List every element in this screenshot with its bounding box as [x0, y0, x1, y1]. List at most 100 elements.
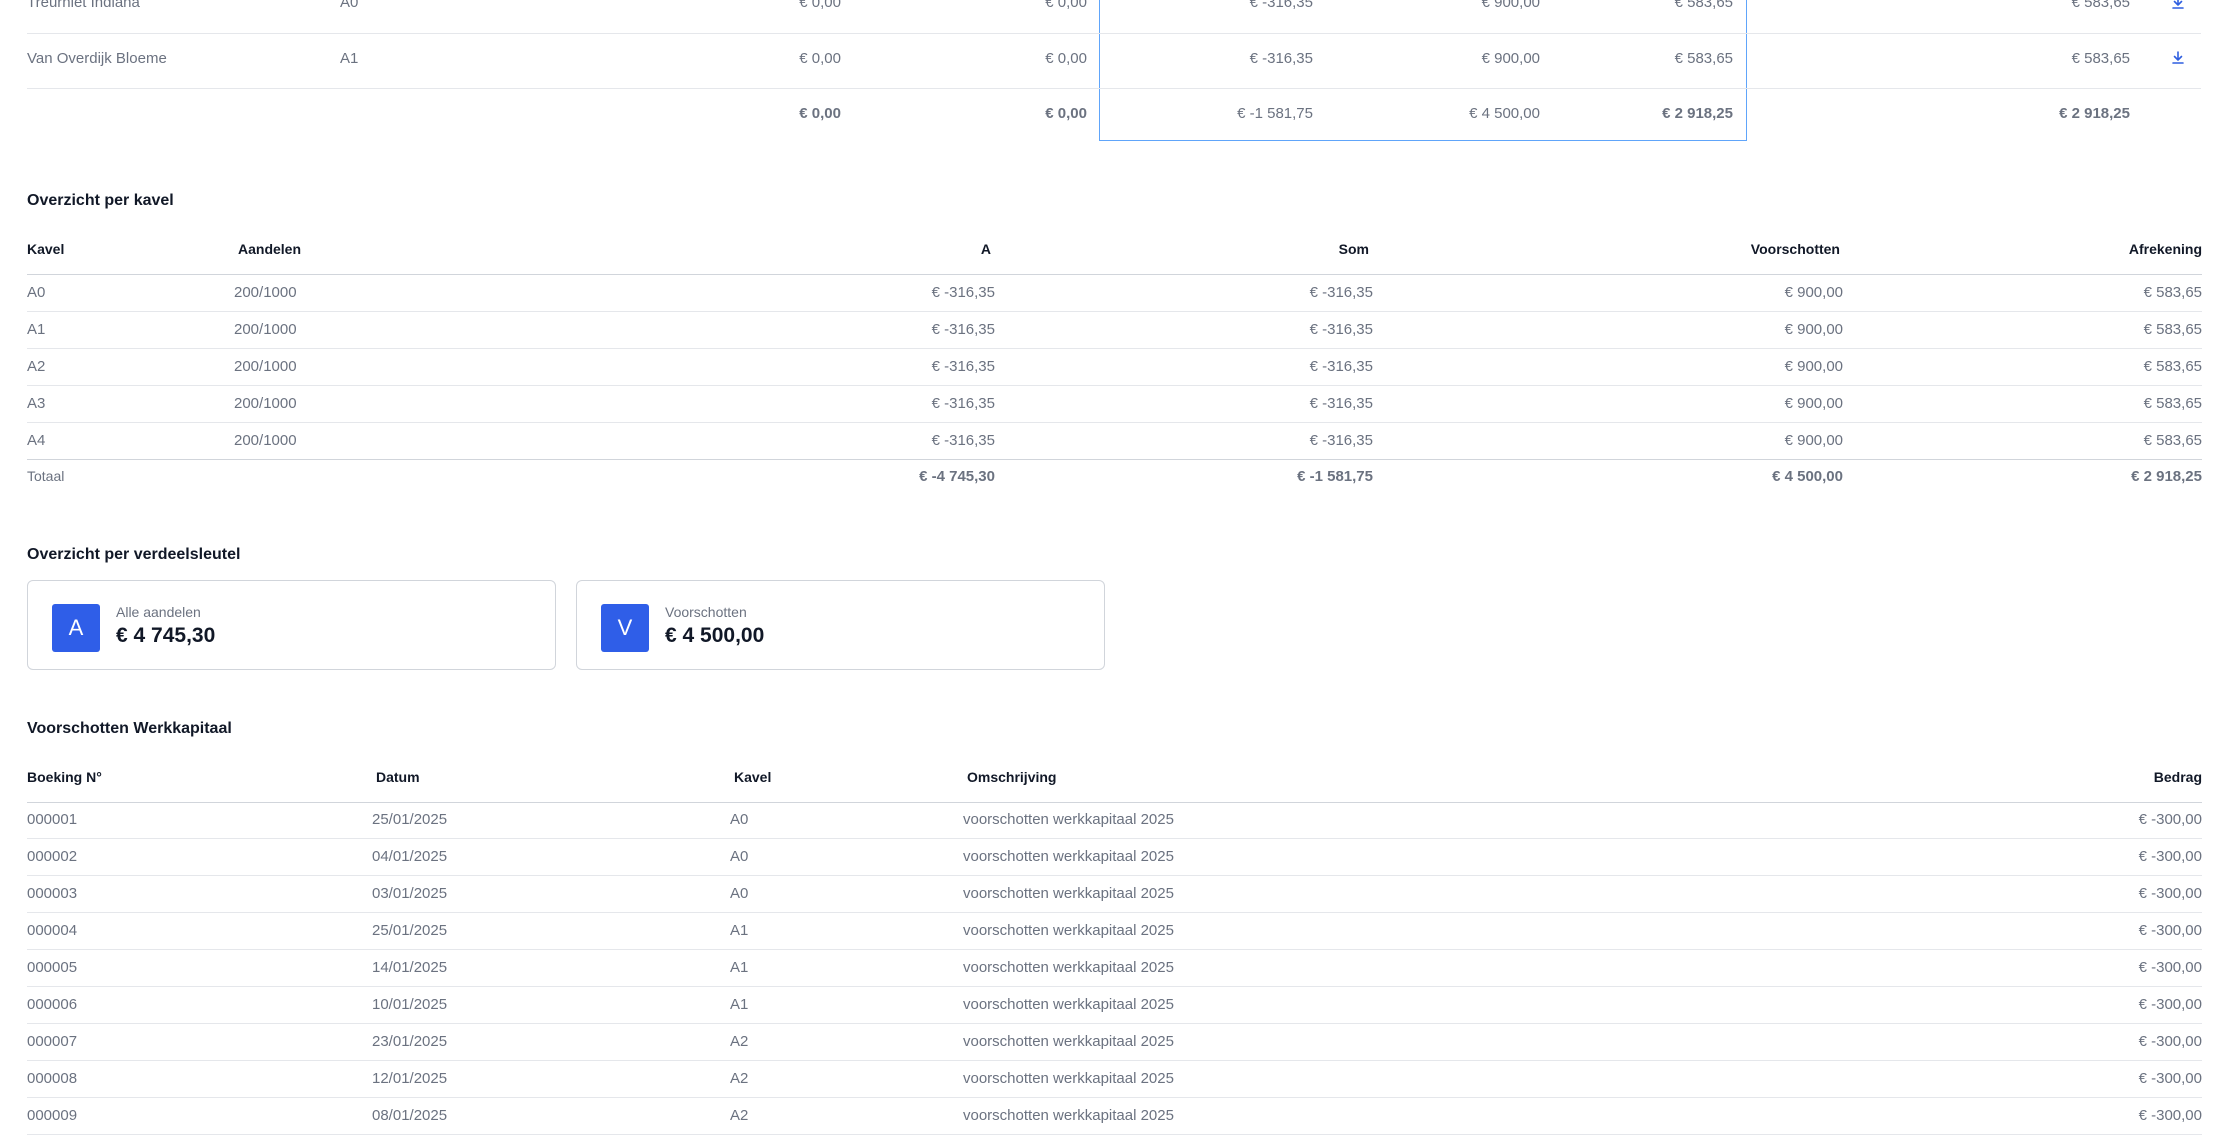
total-col-2: € 0,00: [1045, 105, 1087, 122]
owner-col-1: € 0,00: [799, 0, 841, 11]
header-bedrag: Bedrag: [2153, 769, 2202, 785]
owner-col-2: € 0,00: [1045, 0, 1087, 11]
kavel-cell: A1: [27, 321, 46, 338]
kavel-cell: A2: [730, 1107, 749, 1124]
row-divider: [27, 1060, 2202, 1061]
download-icon[interactable]: [2170, 50, 2186, 66]
kavel-cell: A2: [27, 358, 46, 375]
bedrag-cell: € -300,00: [2138, 922, 2202, 939]
kavel-cell: A1: [730, 922, 749, 939]
a-cell: € -316,35: [931, 358, 995, 375]
datum-cell: 12/01/2025: [372, 1070, 448, 1087]
omschrijving-cell: voorschotten werkkapitaal 2025: [963, 885, 1174, 902]
total-afrekening: € 2 918,25: [2131, 468, 2202, 485]
datum-cell: 14/01/2025: [372, 959, 448, 976]
header-aandelen: Aandelen: [238, 241, 302, 257]
column-group-highlight: [1099, 0, 1747, 141]
kavel-cell: A3: [27, 395, 46, 412]
header-datum: Datum: [376, 769, 420, 785]
boeking-cell: 000003: [27, 885, 78, 902]
row-divider: [27, 348, 2202, 349]
afrekening-cell: € 583,65: [2143, 284, 2202, 301]
a-cell: € -316,35: [931, 284, 995, 301]
voorschotten-cell: € 900,00: [1784, 395, 1843, 412]
kavel-cell: A2: [730, 1033, 749, 1050]
owner-col-3: € -316,35: [1249, 50, 1313, 67]
a-cell: € -316,35: [931, 432, 995, 449]
total-col-6: € 2 918,25: [2059, 105, 2130, 122]
kavel-cell: A2: [730, 1070, 749, 1087]
verdeelsleutel-card-voorschotten[interactable]: V Voorschotten € 4 500,00: [576, 580, 1105, 670]
row-divider: [27, 311, 2202, 312]
bedrag-cell: € -300,00: [2138, 1070, 2202, 1087]
voorschotten-cell: € 900,00: [1784, 432, 1843, 449]
aandelen-cell: 200/1000: [234, 321, 297, 338]
owner-col-3: € -316,35: [1249, 0, 1313, 11]
owner-name-link[interactable]: Van Overdijk Bloeme: [27, 50, 167, 67]
total-col-4: € 4 500,00: [1469, 105, 1540, 122]
aandelen-cell: 200/1000: [234, 358, 297, 375]
header-a: A: [980, 241, 991, 257]
row-divider: [27, 1134, 2202, 1135]
aandelen-cell: 200/1000: [234, 395, 297, 412]
kavel-cell: A0: [730, 811, 749, 828]
som-cell: € -316,35: [1309, 321, 1373, 338]
total-som: € -1 581,75: [1297, 468, 1373, 485]
total-col-1: € 0,00: [799, 105, 841, 122]
verdeelsleutel-card-alle-aandelen[interactable]: A Alle aandelen € 4 745,30: [27, 580, 556, 670]
afrekening-cell: € 583,65: [2143, 321, 2202, 338]
owner-col-4: € 900,00: [1481, 50, 1540, 67]
kavel-cell: A0: [730, 885, 749, 902]
header-som: Som: [1338, 241, 1369, 257]
header-voorschotten: Voorschotten: [1750, 241, 1840, 257]
header-kavel: Kavel: [27, 241, 65, 257]
kavel-cell: A0: [27, 284, 46, 301]
boeking-cell: 000002: [27, 848, 78, 865]
header-omschrijving: Omschrijving: [967, 769, 1057, 785]
total-label: Totaal: [27, 468, 65, 484]
datum-cell: 23/01/2025: [372, 1033, 448, 1050]
omschrijving-cell: voorschotten werkkapitaal 2025: [963, 1033, 1174, 1050]
aandelen-cell: 200/1000: [234, 284, 297, 301]
boeking-cell: 000006: [27, 996, 78, 1013]
owner-col-4: € 900,00: [1481, 0, 1540, 11]
a-cell: € -316,35: [931, 395, 995, 412]
boeking-cell: 000008: [27, 1070, 78, 1087]
row-divider: [27, 986, 2202, 987]
row-divider: [27, 33, 2201, 34]
kavel-cell: A1: [730, 959, 749, 976]
row-divider: [27, 88, 2201, 89]
datum-cell: 25/01/2025: [372, 922, 448, 939]
card-label: Voorschotten: [665, 604, 747, 620]
owner-col-6: € 583,65: [2071, 0, 2130, 11]
row-divider: [27, 838, 2202, 839]
aandelen-cell: 200/1000: [234, 432, 297, 449]
owner-col-6: € 583,65: [2071, 50, 2130, 67]
header-afrekening: Afrekening: [2128, 241, 2202, 257]
a-cell: € -316,35: [931, 321, 995, 338]
card-label: Alle aandelen: [116, 604, 201, 620]
section-title-verdeelsleutel: Overzicht per verdeelsleutel: [27, 546, 241, 563]
row-divider: [27, 1097, 2202, 1098]
total-col-3: € -1 581,75: [1237, 105, 1313, 122]
total-col-5: € 2 918,25: [1662, 105, 1733, 122]
owner-kavel: A1: [340, 50, 359, 67]
owner-name-link[interactable]: Treurniet Indiana: [27, 0, 140, 11]
bedrag-cell: € -300,00: [2138, 885, 2202, 902]
row-divider: [27, 949, 2202, 950]
bedrag-cell: € -300,00: [2138, 959, 2202, 976]
row-divider: [27, 875, 2202, 876]
datum-cell: 25/01/2025: [372, 811, 448, 828]
owner-col-1: € 0,00: [799, 50, 841, 67]
bedrag-cell: € -300,00: [2138, 1033, 2202, 1050]
datum-cell: 03/01/2025: [372, 885, 448, 902]
bedrag-cell: € -300,00: [2138, 996, 2202, 1013]
bedrag-cell: € -300,00: [2138, 1107, 2202, 1124]
card-amount: € 4 500,00: [665, 624, 765, 647]
voorschotten-cell: € 900,00: [1784, 321, 1843, 338]
owner-col-2: € 0,00: [1045, 50, 1087, 67]
afrekening-cell: € 583,65: [2143, 395, 2202, 412]
download-icon[interactable]: [2170, 0, 2186, 11]
header-boeking: Boeking N°: [27, 769, 102, 785]
som-cell: € -316,35: [1309, 284, 1373, 301]
